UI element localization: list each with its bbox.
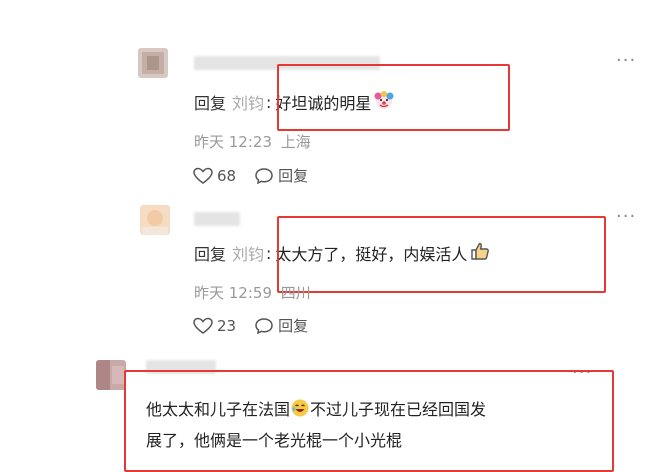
- location: 四川: [280, 284, 311, 302]
- highlight-box: [277, 216, 606, 293]
- like-button[interactable]: 23: [193, 317, 236, 335]
- like-count: 68: [217, 166, 237, 185]
- more-options-icon[interactable]: ···: [616, 206, 636, 227]
- comment-text-part: 他太太和儿子在法国: [146, 400, 291, 419]
- reply-button[interactable]: 回复: [254, 165, 308, 186]
- highlight-box: [277, 64, 510, 131]
- avatar[interactable]: [96, 360, 126, 390]
- timestamp: 昨天 12:23: [194, 133, 272, 151]
- avatar-image: [140, 205, 170, 235]
- avatar[interactable]: [140, 205, 170, 235]
- like-count: 23: [217, 316, 237, 335]
- avatar[interactable]: [138, 48, 168, 78]
- avatar-image: [138, 48, 168, 78]
- reply-meta: 昨天 12:59 四川: [194, 282, 311, 303]
- comment-line-1: 他太太和儿子在法国 不过儿子现在已经回国发: [146, 396, 606, 427]
- separator: :: [266, 92, 272, 112]
- comment-bubble-icon: [255, 317, 273, 334]
- like-button[interactable]: 68: [193, 167, 236, 185]
- laughing-face-icon: [290, 398, 310, 427]
- mention-link[interactable]: 刘钧: [232, 90, 264, 114]
- comment-bubble-icon: [255, 167, 273, 184]
- reply-button[interactable]: 回复: [254, 315, 308, 336]
- reply-meta: 昨天 12:23 上海: [194, 131, 311, 152]
- reply-label: 回复: [278, 317, 309, 335]
- reply-actions: 68 回复: [193, 165, 326, 186]
- reply-label: 回复: [278, 167, 309, 185]
- heart-icon: [193, 167, 213, 184]
- separator: :: [266, 243, 272, 263]
- comment-line-2: 展了，他俩是一个老光棍一个小光棍: [146, 431, 403, 450]
- more-options-icon[interactable]: ···: [616, 50, 636, 71]
- timestamp: 昨天 12:59: [194, 284, 272, 302]
- comment-text-part: 不过儿子现在已经回国发: [310, 400, 487, 419]
- reply-actions: 23 回复: [193, 315, 326, 336]
- mention-link[interactable]: 刘钧: [232, 241, 264, 265]
- username[interactable]: [194, 212, 240, 226]
- location: 上海: [280, 133, 311, 151]
- avatar-image: [96, 360, 126, 390]
- reply-prefix: 回复: [194, 94, 227, 113]
- heart-icon: [193, 317, 213, 334]
- comment-text: 他太太和儿子在法国 不过儿子现在已经回国发 展了，他俩是一个老光棍一个小光棍: [146, 396, 606, 455]
- reply-prefix: 回复: [194, 245, 227, 264]
